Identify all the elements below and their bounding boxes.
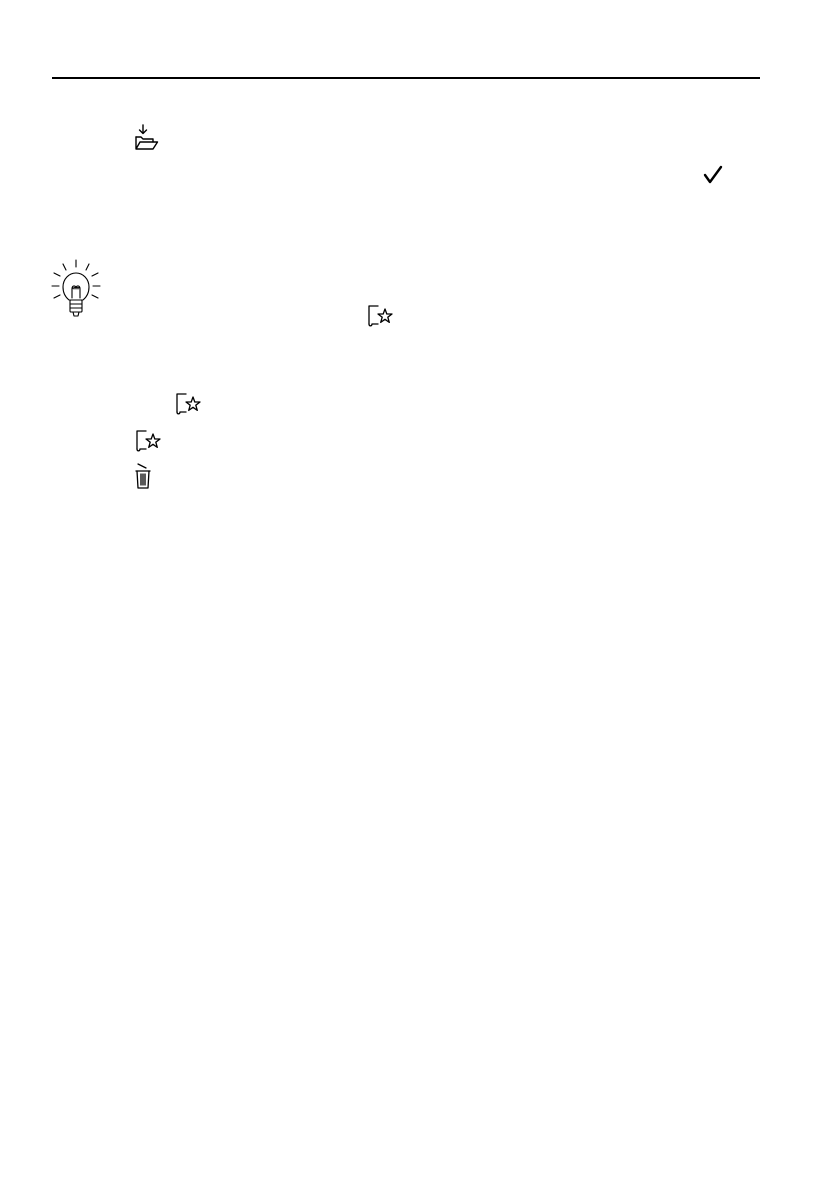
favourite-document-star-icon (134, 429, 162, 453)
folder-download-icon (134, 124, 160, 152)
header-rule (52, 77, 760, 79)
favourite-document-star-icon (174, 392, 202, 416)
trash-delete-icon (134, 463, 152, 491)
checkmark-icon (703, 165, 723, 185)
lightbulb-icon (50, 258, 104, 320)
favourite-document-star-icon (366, 304, 394, 328)
